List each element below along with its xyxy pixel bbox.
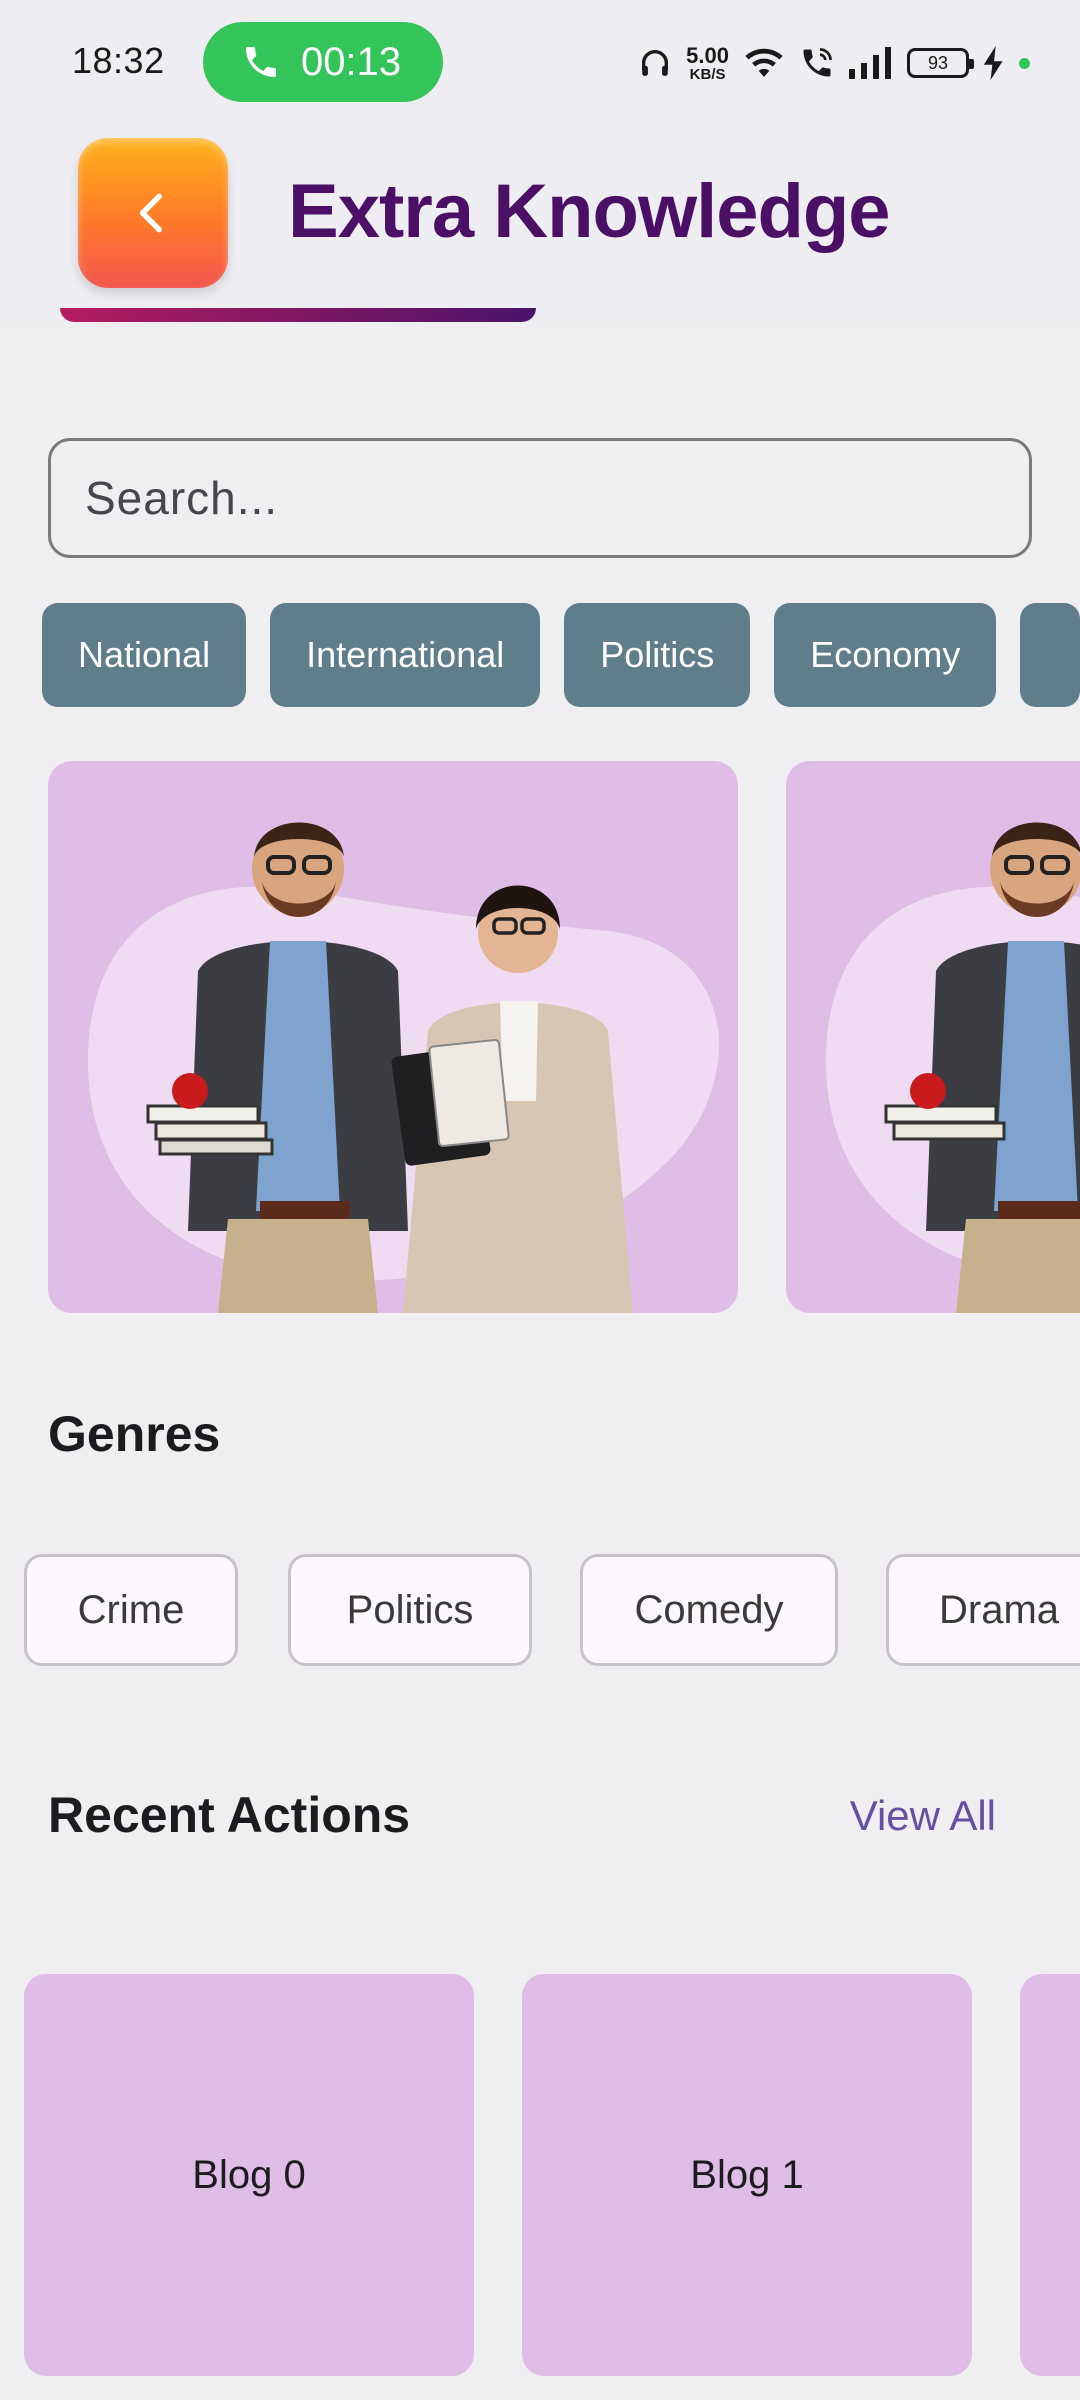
genre-chip-crime[interactable]: Crime (24, 1554, 238, 1666)
search-box[interactable] (48, 438, 1032, 558)
call-duration: 00:13 (301, 39, 402, 84)
ongoing-call-pill[interactable]: 00:13 (203, 22, 443, 102)
signal-icon (849, 47, 893, 79)
category-chip-politics[interactable]: Politics (564, 603, 751, 707)
page-title: Extra Knowledge (288, 169, 891, 254)
status-bar: 18:32 00:13 5.00 KB/S 93 (0, 0, 1080, 126)
recent-actions-heading: Recent Actions (48, 1787, 411, 1843)
genres-heading: Genres (48, 1406, 221, 1462)
blog-card[interactable]: Blog 1 (522, 1974, 972, 2376)
wifi-icon (743, 45, 785, 81)
app-header: Extra Knowledge (0, 126, 1080, 322)
category-chip-partial[interactable] (1020, 603, 1080, 707)
privacy-indicator-dot (1019, 57, 1030, 69)
phone-icon (246, 47, 276, 77)
genre-chip-row[interactable]: Crime Politics Comedy Drama (24, 1554, 1080, 1666)
headphones-icon (638, 46, 672, 80)
genre-chip-politics[interactable]: Politics (288, 1554, 532, 1666)
search-input[interactable] (85, 471, 1029, 525)
view-all-link[interactable]: View All (850, 1792, 996, 1840)
recent-blog-list[interactable]: Blog 0 Blog 1 (24, 1974, 1080, 2376)
teachers-illustration (826, 822, 1080, 1313)
battery-indicator: 93 (907, 48, 974, 78)
back-button[interactable] (78, 138, 228, 288)
carousel-slide[interactable] (48, 761, 738, 1313)
network-speed: 5.00 KB/S (686, 42, 729, 83)
featured-carousel[interactable] (48, 761, 1080, 1313)
chevron-left-icon (139, 193, 162, 233)
genre-chip-drama[interactable]: Drama (886, 1554, 1080, 1666)
teachers-illustration (88, 822, 719, 1313)
carousel-slide[interactable] (786, 761, 1080, 1313)
category-chip-international[interactable]: International (270, 603, 541, 707)
category-chip-national[interactable]: National (42, 603, 247, 707)
header-decoration (60, 308, 536, 322)
wifi-calling-icon (799, 45, 835, 81)
blog-card-partial[interactable] (1020, 1974, 1080, 2376)
blog-card[interactable]: Blog 0 (24, 1974, 474, 2376)
genre-chip-comedy[interactable]: Comedy (580, 1554, 838, 1666)
category-chip-row[interactable]: National International Politics Economy (42, 603, 1080, 707)
category-chip-economy[interactable]: Economy (774, 603, 997, 707)
charging-bolt-icon (983, 46, 1005, 80)
status-icons: 5.00 KB/S 93 (638, 40, 1030, 86)
status-time: 18:32 (72, 40, 165, 81)
